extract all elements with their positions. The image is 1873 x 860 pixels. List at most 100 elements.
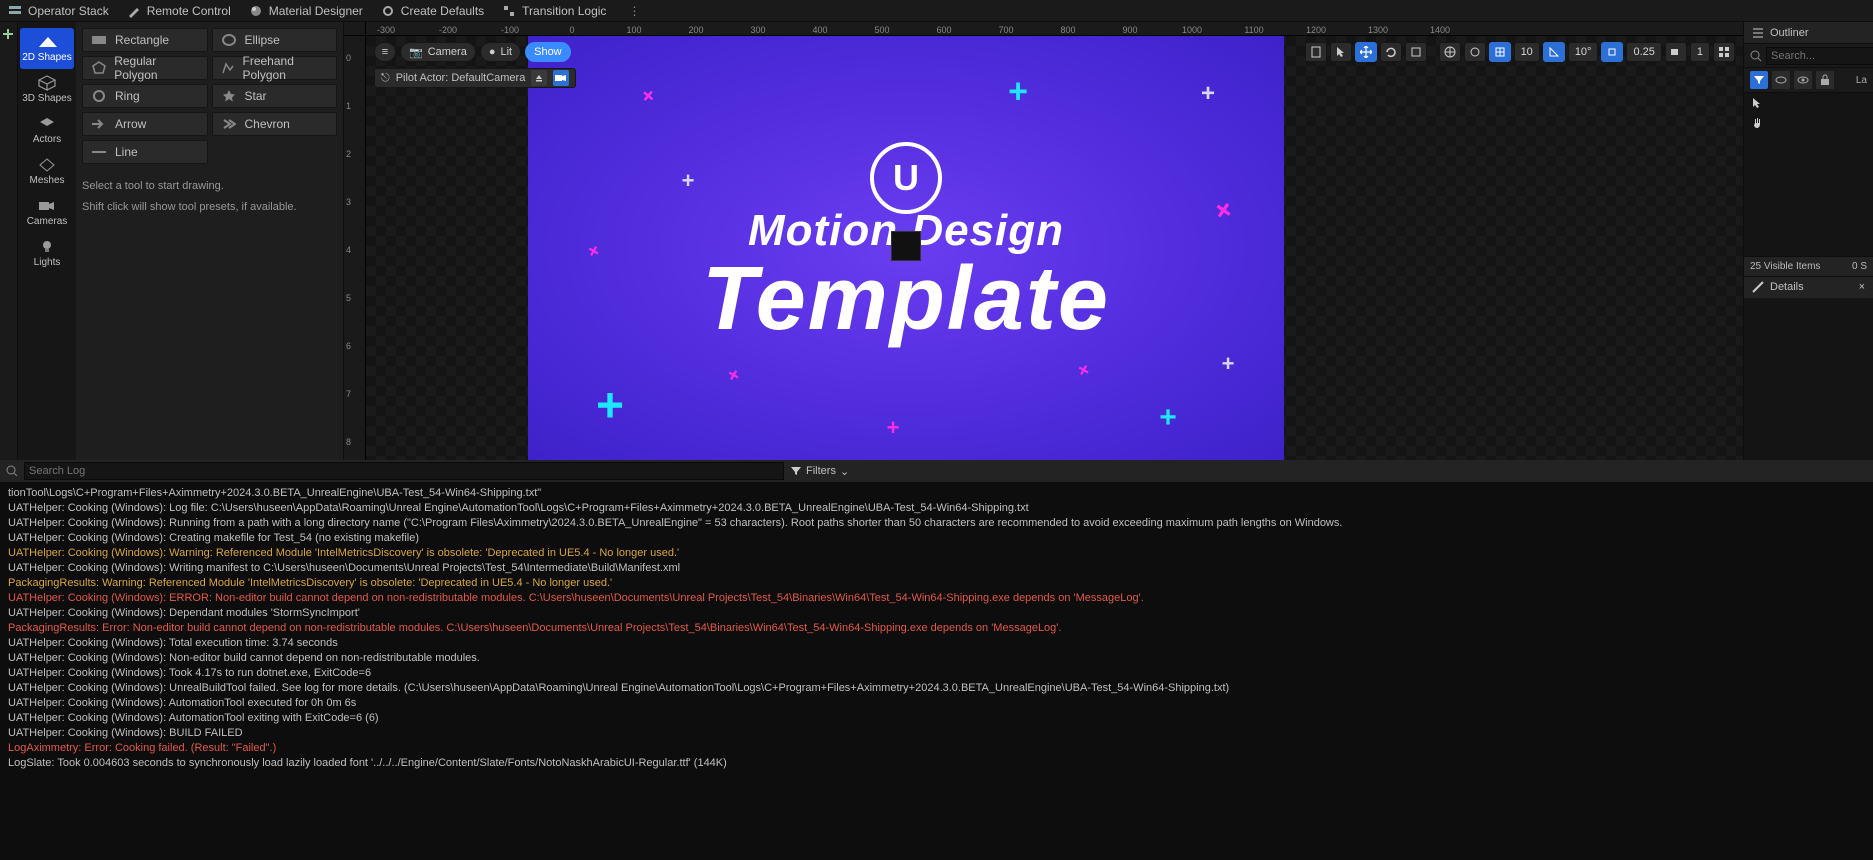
camera-gizmo[interactable] [891,231,921,261]
details-body [1744,298,1873,461]
scale-snap-button[interactable] [1601,42,1623,62]
viewport-toolbar-right: 10 10° 0.25 1 [1305,42,1735,62]
camera-icon: 📷 [409,46,423,59]
filter-button[interactable] [1750,71,1768,89]
menu-material-designer[interactable]: Material Designer [249,4,363,18]
shape-regular-polygon[interactable]: Regular Polygon [82,56,208,80]
ruler-tick: 6 [346,341,351,351]
log-line: UATHelper: Cooking (Windows): UnrealBuil… [8,681,1865,696]
mode-label: Cameras [27,216,68,227]
ruler-tick: -200 [439,25,457,35]
select-button[interactable] [1330,42,1352,62]
close-icon[interactable]: × [1859,281,1865,293]
angle-snap-value[interactable]: 10° [1568,42,1599,62]
pilot-camera-button[interactable] [553,70,569,86]
menu-operator-stack[interactable]: Operator Stack [8,4,109,18]
log-line: UATHelper: Cooking (Windows): Warning: R… [8,546,1865,561]
mode-3d-shapes[interactable]: 3D Shapes [20,69,74,110]
shapes-2d-icon [37,34,57,50]
rotate-button[interactable] [1380,42,1402,62]
logo-circle: U [870,142,942,214]
shape-label: Freehand Polygon [243,54,329,82]
camera-speed-button[interactable] [1665,42,1687,62]
grid-snap-value[interactable]: 10 [1514,42,1540,62]
search-icon [1750,50,1762,62]
viewport-layout-button[interactable] [1713,42,1735,62]
main-row: 2D Shapes 3D Shapes Actors Meshes Camera… [0,22,1873,460]
shape-star[interactable]: Star [212,84,338,108]
move-button[interactable] [1355,42,1377,62]
vis-eye-button[interactable] [1772,71,1790,89]
mode-actors[interactable]: Actors [20,110,74,151]
snap-surface-button[interactable] [1464,42,1486,62]
mode-label: Lights [34,257,61,268]
menu-remote-control[interactable]: Remote Control [127,4,231,18]
mode-2d-shapes[interactable]: 2D Shapes [20,28,74,69]
viewport-inner[interactable]: ≡ 📷Camera ●Lit Show ⎋ Pilot Actor: Defau… [366,36,1743,460]
shape-ring[interactable]: Ring [82,84,208,108]
log-toolbar: Filters ⌄ [0,460,1873,482]
line-icon [91,149,107,155]
lit-chip[interactable]: ●Lit [480,42,521,62]
shape-freehand-polygon[interactable]: Freehand Polygon [212,56,338,80]
show-chip[interactable]: Show [525,42,571,62]
log-line: UATHelper: Cooking (Windows): BUILD FAIL… [8,726,1865,741]
bookmark-button[interactable] [1305,42,1327,62]
menu-more-icon[interactable]: ⋮ [624,4,644,18]
deco-plus-icon: + [582,239,604,265]
mode-cameras[interactable]: Cameras [20,192,74,233]
log-search-input[interactable] [24,462,784,480]
value-label: 10 [1521,46,1533,58]
log-body[interactable]: tionTool\Logs\C+Program+Files+Aximmetry+… [0,482,1873,860]
design-canvas[interactable]: U Motion Design Template + + + + + + + +… [528,36,1284,460]
ruler-tick: 100 [626,25,641,35]
viewport-menu-button[interactable]: ≡ [374,42,396,62]
shape-grid: Rectangle Ellipse Regular Polygon Freeha… [82,28,337,164]
scale-snap-value[interactable]: 0.25 [1626,42,1661,62]
freehand-icon [221,61,235,75]
world-local-button[interactable] [1439,42,1461,62]
menu-transition-logic[interactable]: Transition Logic [502,4,606,18]
mode-meshes[interactable]: Meshes [20,151,74,192]
lock-button[interactable] [1816,71,1834,89]
grid-snap-button[interactable] [1489,42,1511,62]
value-label: 1 [1697,46,1703,58]
menu-create-defaults[interactable]: Create Defaults [381,4,484,18]
outliner-tab[interactable]: Outliner [1744,22,1873,44]
mode-lights[interactable]: Lights [20,233,74,274]
log-filters-button[interactable]: Filters ⌄ [790,465,849,478]
shape-chevron[interactable]: Chevron [212,112,338,136]
log-line: UATHelper: Cooking (Windows): Automation… [8,711,1865,726]
camera-chip[interactable]: 📷Camera [400,42,476,62]
ruler-tick: 7 [346,389,351,399]
angle-snap-button[interactable] [1543,42,1565,62]
menu-label: Material Designer [269,4,363,18]
log-line: UATHelper: Cooking (Windows): Log file: … [8,501,1865,516]
shape-rectangle[interactable]: Rectangle [82,28,208,52]
add-icon[interactable] [2,28,16,42]
shape-arrow[interactable]: Arrow [82,112,208,136]
outliner-list[interactable] [1744,93,1873,256]
shape-line[interactable]: Line [82,140,208,164]
menu-label: Remote Control [147,4,231,18]
outliner-search-input[interactable] [1766,47,1873,65]
details-icon [1752,281,1764,293]
col-label: La [1856,75,1867,86]
viewport[interactable]: -300-200-1000100200300400500600700800900… [344,22,1743,460]
ruler-tick: 800 [1060,25,1075,35]
scale-button[interactable] [1405,42,1427,62]
transition-icon [502,4,516,18]
list-item[interactable] [1744,93,1873,113]
details-tab[interactable]: Details × [1744,276,1873,298]
list-item[interactable] [1744,113,1873,133]
chevron-icon [221,118,237,130]
viewport-toolbar-left: ≡ 📷Camera ●Lit Show [374,42,571,62]
pilot-eject-button[interactable] [531,70,547,86]
ruler-tick: 400 [812,25,827,35]
deco-plus-icon: + [596,379,624,434]
shape-ellipse[interactable]: Ellipse [212,28,338,52]
vis-toggle-button[interactable] [1794,71,1812,89]
camera-speed-value[interactable]: 1 [1690,42,1710,62]
left-edge-toolbar [0,22,18,460]
log-line: LogSlate: Took 0.004603 seconds to synch… [8,756,1865,771]
